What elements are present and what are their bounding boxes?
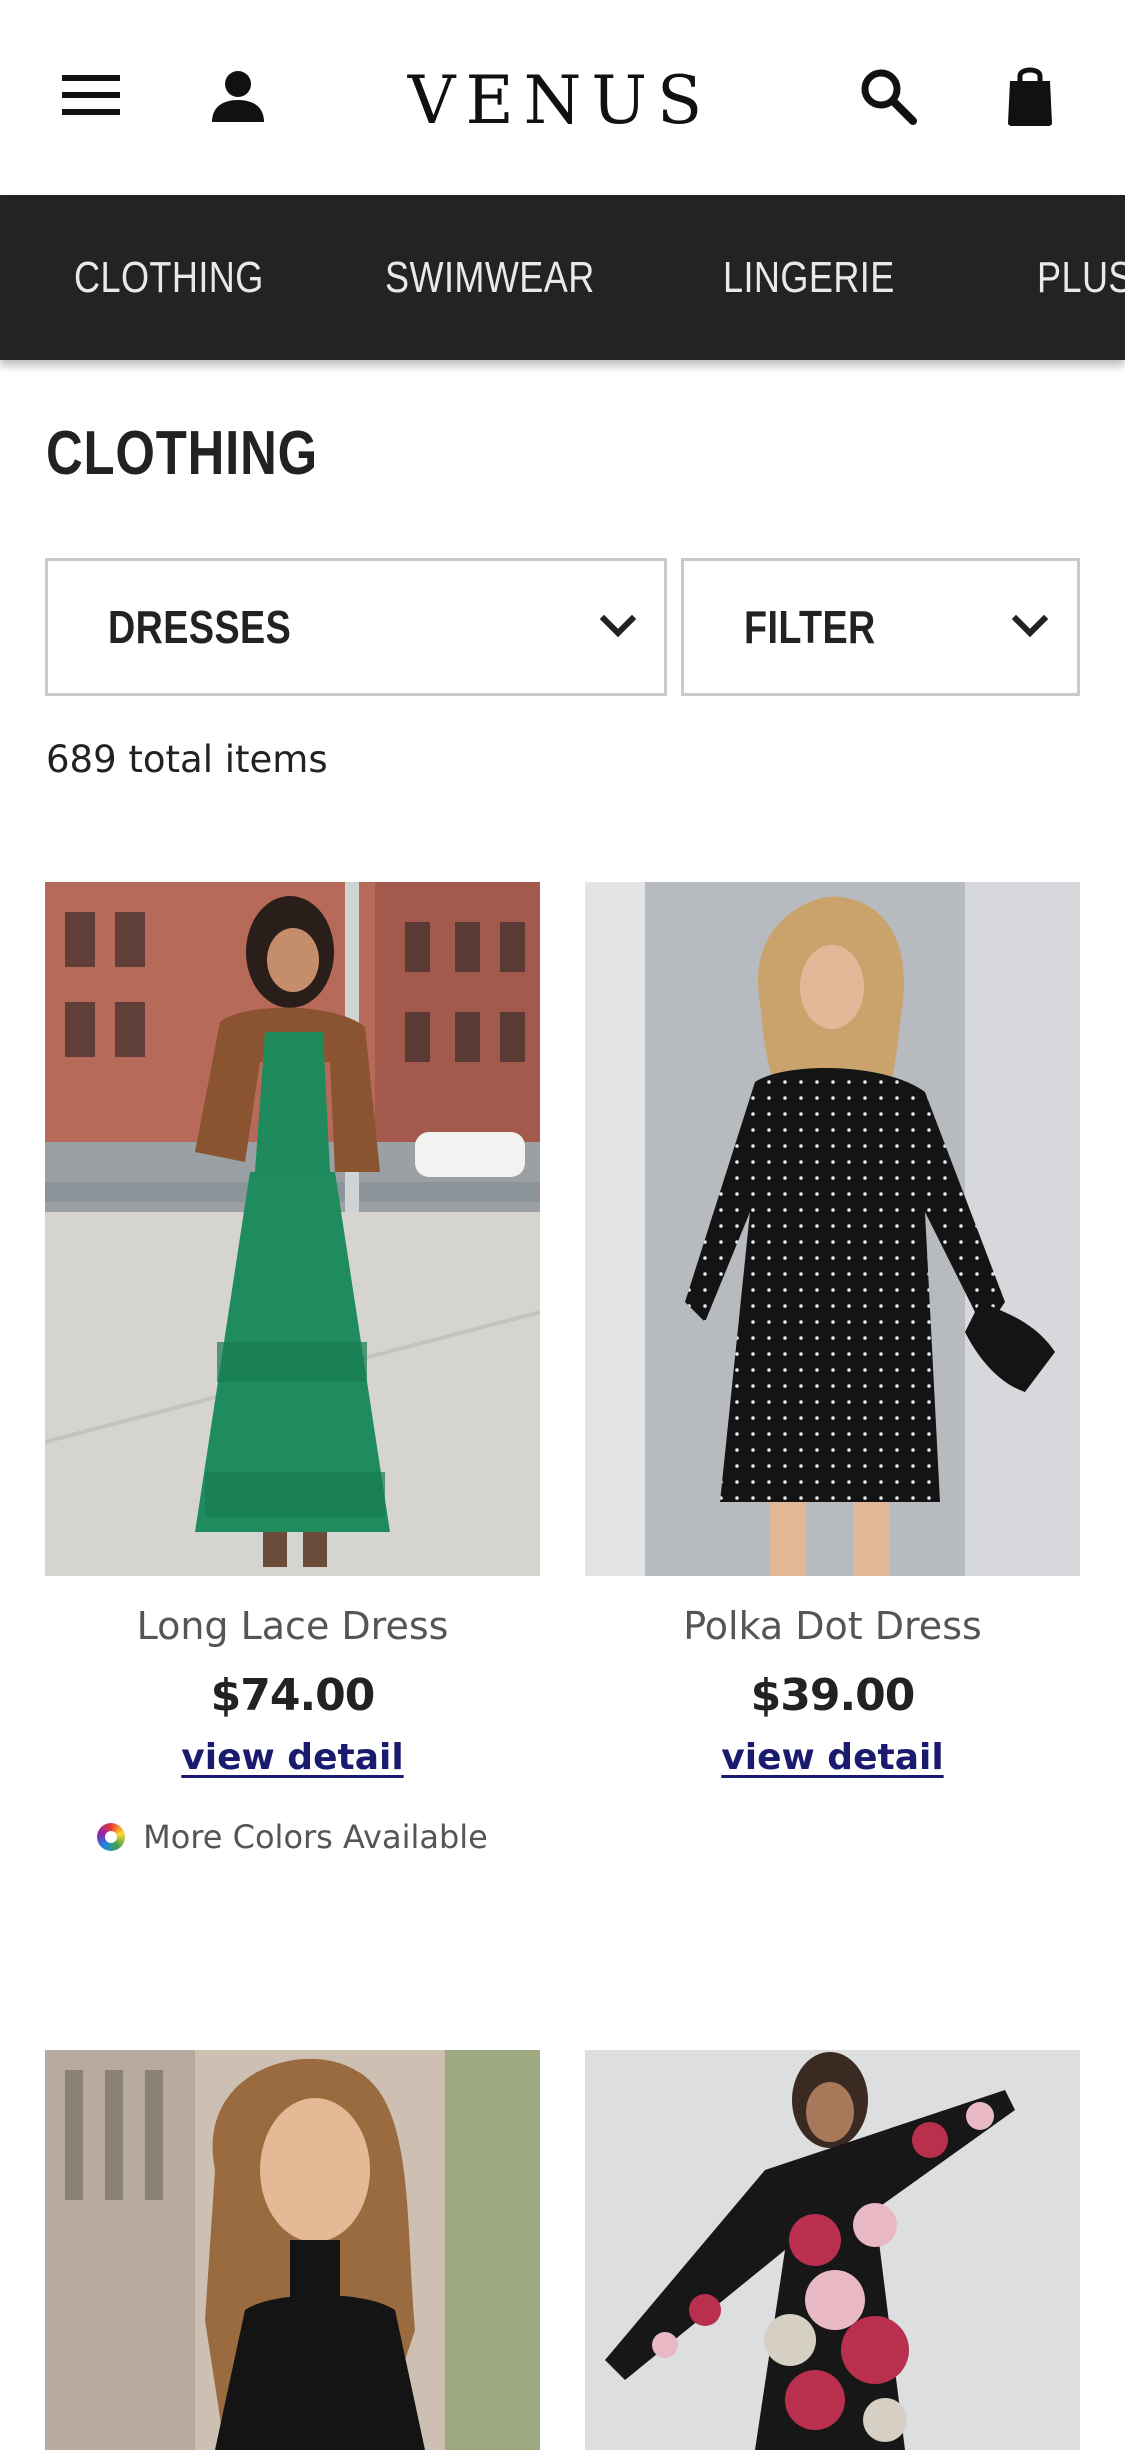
more-colors-label: More Colors Available: [143, 1818, 488, 1856]
category-dropdown-value: DRESSES: [108, 601, 292, 653]
shopping-bag-icon[interactable]: [995, 56, 1065, 136]
page-title: CLOTHING: [46, 419, 319, 488]
product-image[interactable]: [45, 2050, 540, 2450]
category-nav: CLOTHING SWIMWEAR LINGERIE PLUS: [0, 195, 1125, 360]
view-detail-link[interactable]: view detail: [45, 1737, 540, 1778]
nav-item-lingerie[interactable]: LINGERIE: [723, 195, 895, 360]
product-price: $74.00: [210, 1670, 376, 1721]
category-dropdown[interactable]: DRESSES: [45, 558, 667, 696]
nav-item-clothing[interactable]: CLOTHING: [74, 195, 264, 360]
product-card: [585, 2050, 1080, 2450]
product-name[interactable]: Polka Dot Dress: [585, 1604, 1080, 1648]
nav-item-plus[interactable]: PLUS: [1037, 195, 1125, 360]
product-card: Polka Dot Dress $39.00 view detail: [585, 882, 1080, 1778]
view-detail-link[interactable]: view detail: [585, 1737, 1080, 1778]
product-card: [45, 2050, 540, 2450]
account-icon[interactable]: [200, 58, 276, 134]
venus-logo[interactable]: VENUS: [380, 50, 740, 150]
total-items-count: 689 total items: [46, 738, 328, 781]
product-image[interactable]: [585, 2050, 1080, 2450]
filter-dropdown-value: FILTER: [744, 601, 876, 653]
product-name[interactable]: Long Lace Dress: [45, 1604, 540, 1648]
product-price: $39.00: [750, 1670, 916, 1721]
filter-dropdown[interactable]: FILTER: [681, 558, 1080, 696]
product-image[interactable]: [45, 882, 540, 1576]
chevron-down-icon: [599, 614, 637, 638]
nav-item-swimwear[interactable]: SWIMWEAR: [385, 195, 595, 360]
color-wheel-icon: [97, 1823, 126, 1851]
site-header: VENUS: [0, 0, 1125, 195]
search-icon[interactable]: [850, 58, 926, 134]
menu-icon[interactable]: [56, 60, 126, 130]
more-colors-indicator[interactable]: More Colors Available: [45, 1818, 540, 1856]
product-image[interactable]: [585, 882, 1080, 1576]
product-card: Long Lace Dress $74.00 view detail More …: [45, 882, 540, 1856]
chevron-down-icon: [1011, 614, 1049, 638]
